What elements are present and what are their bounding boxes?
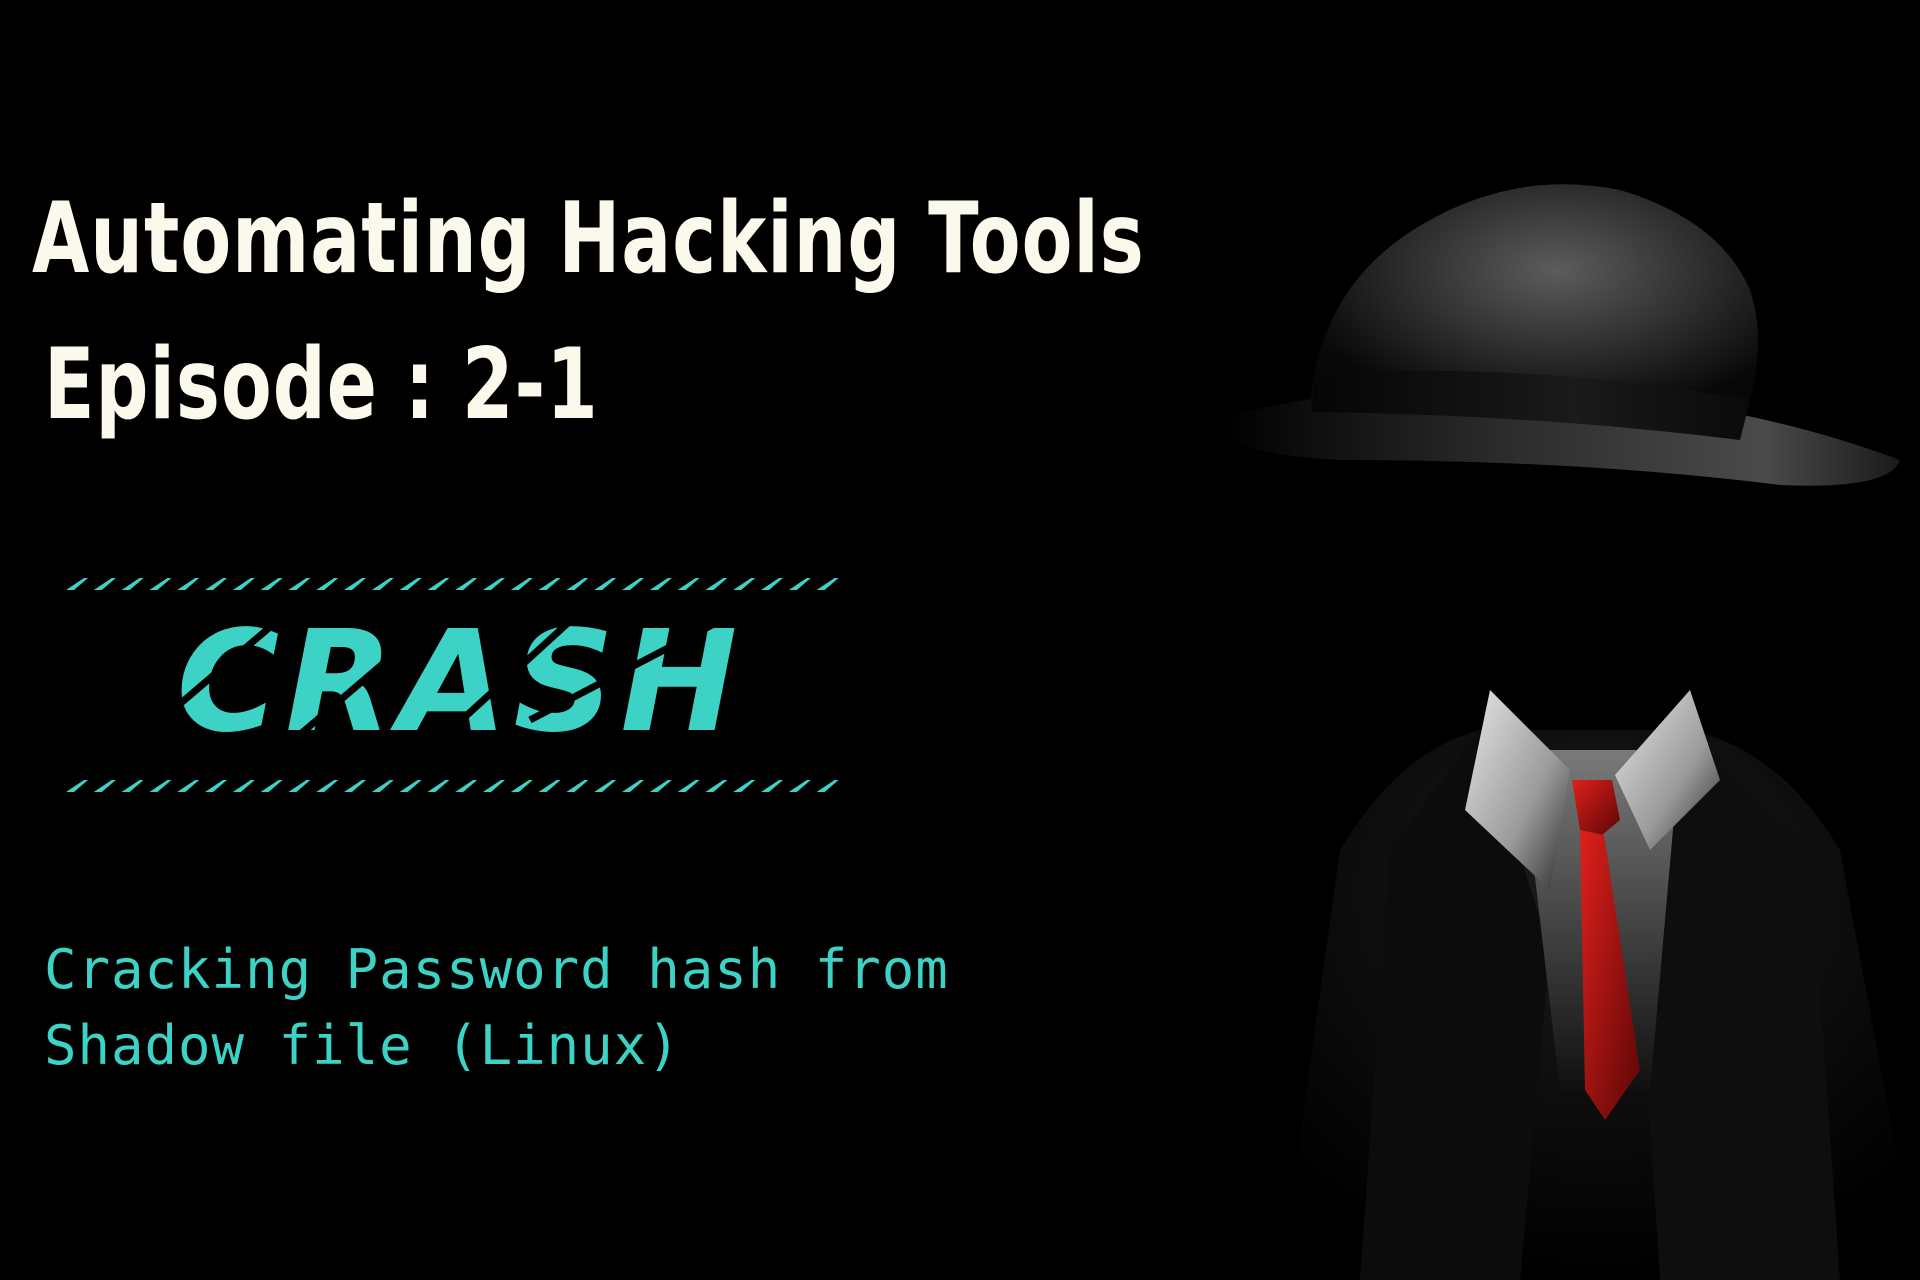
logo-dash <box>788 780 811 792</box>
logo-dash <box>371 578 394 590</box>
logo-dash <box>399 578 422 590</box>
subtitle-line-2: Shadow file (Linux) <box>44 1014 681 1077</box>
logo-dash <box>622 578 644 590</box>
logo-top-dash-row <box>66 578 839 590</box>
logo-dash <box>816 780 839 792</box>
logo-dash <box>649 578 672 590</box>
logo-dash <box>399 780 422 792</box>
logo-dash <box>566 780 589 792</box>
logo-dash <box>288 578 311 590</box>
logo-dash <box>733 578 756 590</box>
logo-dash <box>344 578 366 590</box>
logo-dash <box>93 780 116 792</box>
logo-dash <box>288 780 311 792</box>
logo-dash <box>510 578 533 590</box>
logo-dash <box>316 780 339 792</box>
logo-text: CRASH <box>177 601 744 764</box>
logo-dash <box>816 578 839 590</box>
logo-dash <box>121 780 144 792</box>
logo-dash <box>622 780 644 792</box>
logo-dash <box>121 578 144 590</box>
logo-dash <box>232 780 255 792</box>
logo-dash <box>455 578 478 590</box>
logo-dash <box>149 578 172 590</box>
logo-dash <box>538 578 561 590</box>
logo-dash <box>177 578 200 590</box>
logo-dash <box>260 578 283 590</box>
logo-dash <box>733 780 756 792</box>
crash-logo: CRASH <box>66 578 839 792</box>
logo-dash <box>761 578 783 590</box>
logo-dash <box>705 578 728 590</box>
logo-dash <box>66 578 88 590</box>
logo-dash <box>677 578 700 590</box>
logo-dash <box>260 780 283 792</box>
logo-dash <box>344 780 366 792</box>
logo-dash <box>66 780 88 792</box>
logo-dash <box>566 578 589 590</box>
logo-dash <box>705 780 728 792</box>
logo-dash <box>177 780 200 792</box>
figure-illustration <box>1220 184 1920 1280</box>
logo-dash <box>483 780 505 792</box>
title-line-1: Automating Hacking Tools <box>32 182 1145 296</box>
logo-dash <box>788 578 811 590</box>
logo-dash <box>93 578 116 590</box>
logo-dash <box>483 578 505 590</box>
subtitle-line-1: Cracking Password hash from <box>44 938 949 1001</box>
logo-bottom-dash-row <box>66 780 839 792</box>
logo-dash <box>371 780 394 792</box>
logo-dash <box>316 578 339 590</box>
thumbnail-canvas: Automating Hacking Tools Episode : 2-1 C… <box>0 0 1920 1280</box>
logo-dash <box>594 578 617 590</box>
logo-dash <box>149 780 172 792</box>
logo-dash <box>232 578 255 590</box>
logo-dash <box>205 578 227 590</box>
logo-dash <box>427 780 450 792</box>
logo-dash <box>205 780 227 792</box>
title-line-2: Episode : 2-1 <box>44 328 599 442</box>
logo-dash <box>510 780 533 792</box>
logo-dash <box>538 780 561 792</box>
logo-dash <box>649 780 672 792</box>
logo-dash <box>594 780 617 792</box>
logo-dash <box>455 780 478 792</box>
logo-dash <box>761 780 783 792</box>
logo-dash <box>427 578 450 590</box>
logo-dash <box>677 780 700 792</box>
